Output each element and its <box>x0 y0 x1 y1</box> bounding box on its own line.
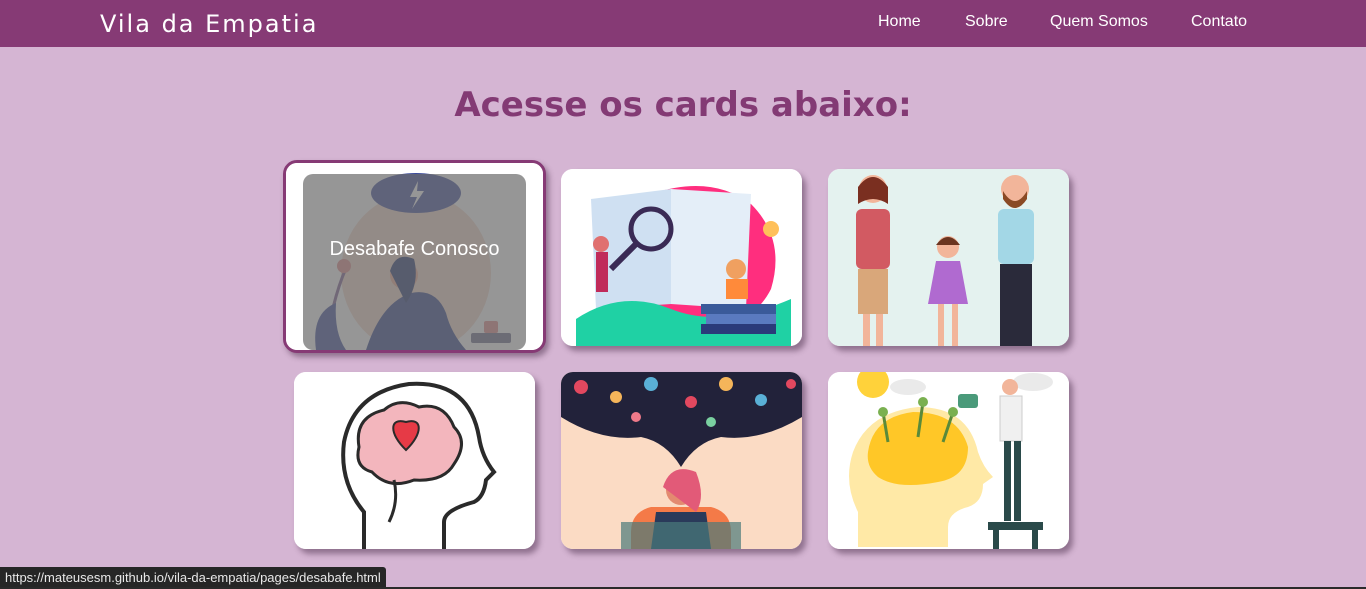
card-label-desabafe: Desabafe Conosco <box>329 238 500 260</box>
nav-link-home[interactable]: Home <box>878 13 921 31</box>
page-title: Acesse os cards abaixo: <box>454 85 912 125</box>
brain-heart-illustration <box>294 372 535 549</box>
card-familia[interactable] <box>828 169 1069 346</box>
top-navbar: Vila da Empatia Home Sobre Quem Somos Co… <box>0 0 1366 47</box>
nav-link-quem-somos[interactable]: Quem Somos <box>1050 13 1148 31</box>
card-saude-mental[interactable] <box>294 372 535 549</box>
card-desabafe[interactable]: Desabafe Conosco <box>283 160 546 353</box>
book-magnifier-illustration <box>561 169 802 346</box>
brand-logo[interactable]: Vila da Empatia <box>100 10 318 38</box>
card-ansiedade[interactable] <box>561 372 802 549</box>
card-informacao[interactable] <box>561 169 802 346</box>
family-illustration <box>828 169 1069 346</box>
link-preview-status-bar: https://mateusesm.github.io/vila-da-empa… <box>0 567 386 588</box>
nav-link-sobre[interactable]: Sobre <box>965 13 1008 31</box>
nav-link-contato[interactable]: Contato <box>1191 13 1247 31</box>
card-cuidado[interactable] <box>828 372 1069 549</box>
anxious-woman-illustration <box>561 372 802 549</box>
watering-brain-illustration <box>828 372 1069 549</box>
card-hover-overlay <box>303 174 526 350</box>
